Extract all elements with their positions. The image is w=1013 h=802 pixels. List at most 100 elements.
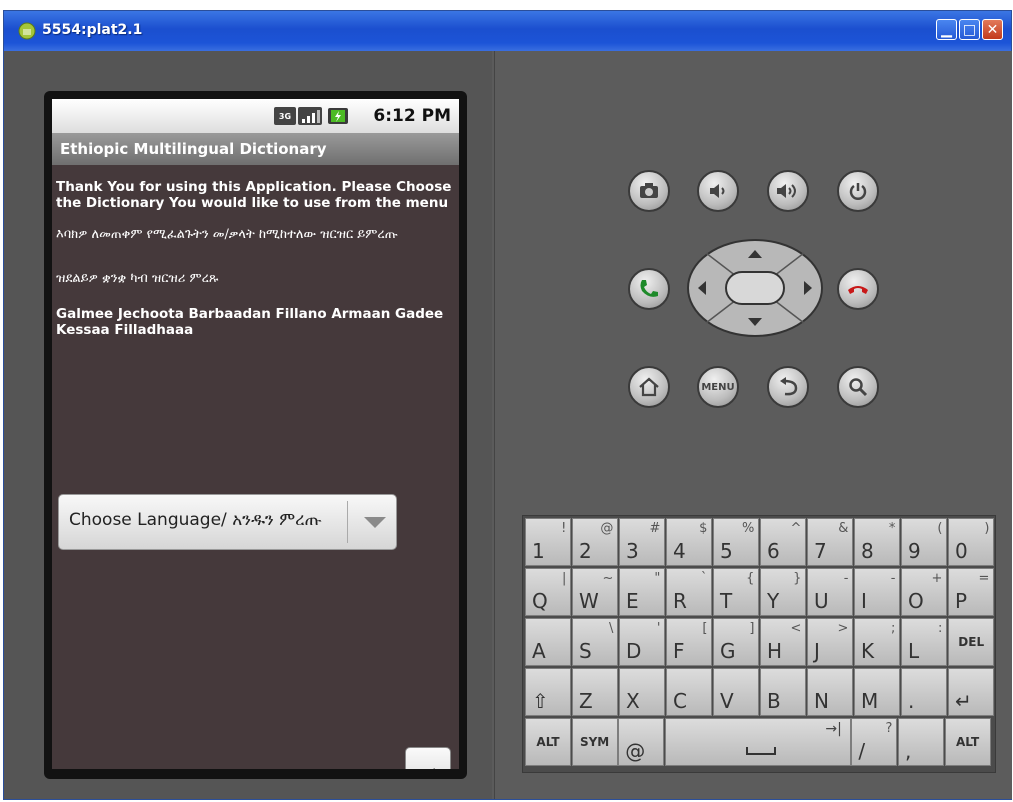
sym-key[interactable]: SYM [571, 718, 618, 766]
key-0-4[interactable]: 5% [713, 518, 760, 566]
key-label: J [814, 639, 820, 663]
key-label: A [532, 639, 546, 663]
key-0-1[interactable]: 2 @ [572, 518, 619, 566]
key-alt-label: ' [656, 621, 661, 636]
key-2-7[interactable]: K; [854, 618, 901, 666]
key-2-9[interactable]: DEL [948, 618, 995, 666]
close-button[interactable]: ✕ [982, 19, 1003, 40]
key-alt-label: ? [885, 721, 893, 736]
key-label: 3 [626, 539, 639, 563]
language-spinner[interactable]: Choose Language/ አንዱን ምረጡ [58, 494, 397, 550]
key-label: V [720, 689, 734, 713]
key-1-0[interactable]: Q | [525, 568, 572, 616]
key-2-0[interactable]: A [525, 618, 572, 666]
key-label: @ [625, 739, 646, 763]
key-1-3[interactable]: R ` [666, 568, 713, 616]
key-alt-label: " [654, 571, 661, 586]
key-3-4[interactable]: V [713, 668, 760, 716]
key-alt-label: - [843, 571, 849, 586]
key-label: C [673, 689, 687, 713]
key-2-1[interactable]: S \ [572, 618, 619, 666]
power-button[interactable] [837, 170, 879, 212]
key-alt-label: } [793, 571, 802, 586]
key-alt-label: [ [702, 621, 708, 636]
key-label: Q [532, 589, 548, 613]
key-alt-label: ) [984, 521, 990, 536]
key-1-7[interactable]: I- [854, 568, 901, 616]
key-1-4[interactable]: T{ [713, 568, 760, 616]
key-1-8[interactable]: O + [901, 568, 948, 616]
key-0-6[interactable]: 7 & [807, 518, 854, 566]
key-0-8[interactable]: 9( [901, 518, 948, 566]
back-button[interactable] [767, 366, 809, 408]
end-call-button[interactable] [837, 268, 879, 310]
key-3-0[interactable]: ⇧ [525, 668, 572, 716]
key-1-2[interactable]: E " [619, 568, 666, 616]
key-alt-label: ` [700, 571, 708, 586]
key-alt-label: = [978, 571, 990, 586]
key-0-9[interactable]: 0) [948, 518, 995, 566]
key-1-5[interactable]: Y} [760, 568, 807, 616]
intro-oromo: Galmee Jechoota Barbaadan Fillano Armaan… [56, 306, 444, 338]
key-label: U [814, 589, 829, 613]
key-3-5[interactable]: B [760, 668, 807, 716]
key-label: 8 [861, 539, 874, 563]
key-1-9[interactable]: P = [948, 568, 995, 616]
key-3-6[interactable]: N [807, 668, 854, 716]
call-button[interactable] [628, 268, 670, 310]
key-label: M [861, 689, 879, 713]
key-2-5[interactable]: H < [760, 618, 807, 666]
at-key[interactable]: @ [618, 718, 665, 766]
key-label: K [861, 639, 875, 663]
key-3-2[interactable]: X [619, 668, 666, 716]
key-alt-label: & [838, 521, 849, 536]
volume-down-button[interactable] [697, 170, 739, 212]
key-label: B [767, 689, 781, 713]
alt-key[interactable]: ALT [525, 718, 571, 766]
camera-button[interactable] [628, 170, 670, 212]
device-screen[interactable]: 3G 6:12 PM Ethiopic Multilingual Diction… [52, 99, 459, 769]
key-label: R [673, 589, 687, 613]
key-label: ↵ [955, 689, 972, 713]
window-titlebar[interactable]: 5554:plat2.1 ▁ □ ✕ [4, 11, 1011, 51]
key-2-2[interactable]: D ' [619, 618, 666, 666]
key-3-3[interactable]: C [666, 668, 713, 716]
minimize-button[interactable]: ▁ [936, 19, 957, 40]
key-2-8[interactable]: L: [901, 618, 948, 666]
key-1-6[interactable]: U- [807, 568, 854, 616]
key-0-3[interactable]: 4 $ [666, 518, 713, 566]
menu-button[interactable]: MENU [697, 366, 739, 408]
dpad[interactable] [686, 238, 824, 338]
key-0-5[interactable]: 6 ^ [760, 518, 807, 566]
key-3-1[interactable]: Z [572, 668, 619, 716]
search-button[interactable] [837, 366, 879, 408]
alt-right-key[interactable]: ALT [944, 718, 991, 766]
key-label: 7 [814, 539, 827, 563]
key-label: S [579, 639, 592, 663]
intro-text: Thank You for using this Application. Pl… [56, 179, 452, 353]
key-2-4[interactable]: G] [713, 618, 760, 666]
space-key[interactable]: →| [664, 718, 851, 766]
close-icon: ✕ [986, 21, 999, 38]
maximize-button[interactable]: □ [959, 19, 980, 40]
slash-key[interactable]: /? [851, 718, 898, 766]
key-2-6[interactable]: J > [807, 618, 854, 666]
key-label: H [767, 639, 783, 663]
key-0-7[interactable]: 8 * [854, 518, 901, 566]
key-3-8[interactable]: . [901, 668, 948, 716]
key-alt-label: ^ [790, 521, 802, 536]
key-0-2[interactable]: 3 # [619, 518, 666, 566]
volume-up-icon [777, 184, 796, 198]
volume-up-button[interactable] [767, 170, 809, 212]
exit-button[interactable]: Exit [405, 747, 451, 769]
key-label: 1 [532, 539, 545, 563]
key-alt-label: * [888, 521, 896, 536]
key-3-7[interactable]: M [854, 668, 901, 716]
comma-key[interactable]: , [898, 718, 944, 766]
key-alt-label: @ [600, 521, 614, 536]
key-3-9[interactable]: ↵ [948, 668, 995, 716]
home-button[interactable] [628, 366, 670, 408]
key-2-3[interactable]: F[ [666, 618, 713, 666]
key-1-1[interactable]: W ~ [572, 568, 619, 616]
key-0-0[interactable]: 1! [525, 518, 572, 566]
